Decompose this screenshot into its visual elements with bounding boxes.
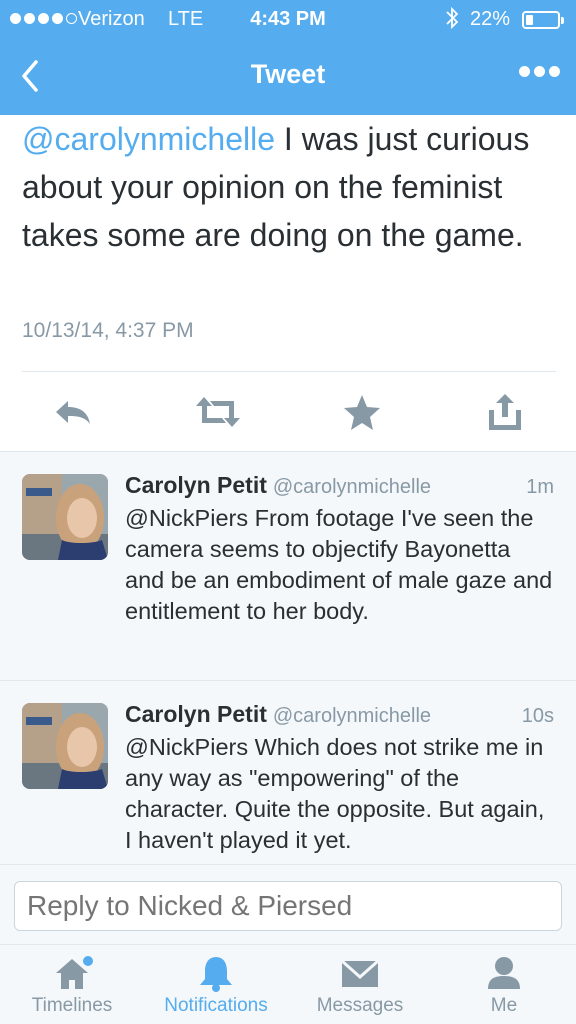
- tab-label: Me: [490, 995, 518, 1016]
- share-icon: [489, 394, 521, 430]
- share-button[interactable]: [483, 390, 527, 434]
- reply-time: 10s: [521, 705, 554, 727]
- retweet-button[interactable]: [192, 390, 244, 434]
- favorite-button[interactable]: [340, 390, 384, 434]
- tab-messages[interactable]: Messages: [288, 945, 432, 1024]
- author-name: Carolyn Petit: [125, 701, 267, 727]
- tab-label: Notifications: [164, 995, 268, 1016]
- reply-list: Carolyn Petit @carolynmichelle 1m @NickPi…: [0, 451, 576, 881]
- page-title: Tweet: [250, 59, 326, 89]
- bell-icon: [200, 957, 232, 992]
- author-handle: @carolynmichelle: [272, 705, 432, 727]
- favorite-star-icon: [344, 395, 380, 430]
- envelope-icon: [341, 959, 379, 987]
- author-name: Carolyn Petit: [125, 472, 267, 498]
- tab-label: Timelines: [31, 995, 113, 1016]
- home-icon: [56, 956, 93, 989]
- unread-badge: [83, 956, 93, 966]
- more-options-button[interactable]: [519, 66, 560, 77]
- author-handle: @carolynmichelle: [272, 476, 432, 498]
- avatar[interactable]: [22, 703, 108, 789]
- tweet-body: @carolynmichelle I was just curious abou…: [22, 115, 562, 259]
- reply-item[interactable]: Carolyn Petit @carolynmichelle 1m @NickPi…: [0, 452, 576, 681]
- tab-notifications[interactable]: Notifications: [144, 945, 288, 1024]
- nav-bar: Tweet: [0, 44, 576, 108]
- ellipsis-icon: [519, 66, 530, 77]
- tab-me[interactable]: Me: [432, 945, 576, 1024]
- divider: [22, 371, 556, 372]
- reply-item[interactable]: Carolyn Petit @carolynmichelle 10s @NickP…: [0, 681, 576, 881]
- tab-bar: Timelines Notifications Messages Me: [0, 944, 576, 1024]
- reply-author[interactable]: Carolyn Petit @carolynmichelle: [125, 472, 431, 499]
- reply-input[interactable]: [14, 881, 562, 931]
- tweet-mention[interactable]: @carolynmichelle: [22, 121, 275, 157]
- app-header: Verizon LTE 4:43 PM 22% Tweet: [0, 0, 576, 115]
- tab-label: Messages: [316, 995, 404, 1016]
- reply-author[interactable]: Carolyn Petit @carolynmichelle: [125, 701, 431, 728]
- bluetooth-icon: [445, 6, 459, 36]
- avatar[interactable]: [22, 474, 108, 560]
- tweet-actions: [0, 380, 576, 444]
- battery-icon: [522, 11, 564, 29]
- reply-text: @NickPiers From footage I've seen the ca…: [125, 505, 553, 624]
- reply-icon: [56, 401, 90, 424]
- reply-time: 1m: [526, 476, 554, 498]
- reply-text: @NickPiers Which does not strike me in a…: [125, 734, 545, 853]
- tweet-timestamp: 10/13/14, 4:37 PM: [22, 319, 194, 342]
- status-bar: Verizon LTE 4:43 PM 22%: [0, 0, 576, 38]
- retweet-icon: [196, 397, 240, 427]
- battery-percent: 22%: [470, 8, 511, 30]
- tab-timelines[interactable]: Timelines: [0, 945, 144, 1024]
- reply-composer: [0, 864, 576, 944]
- person-icon: [488, 957, 520, 989]
- reply-button[interactable]: [50, 390, 94, 434]
